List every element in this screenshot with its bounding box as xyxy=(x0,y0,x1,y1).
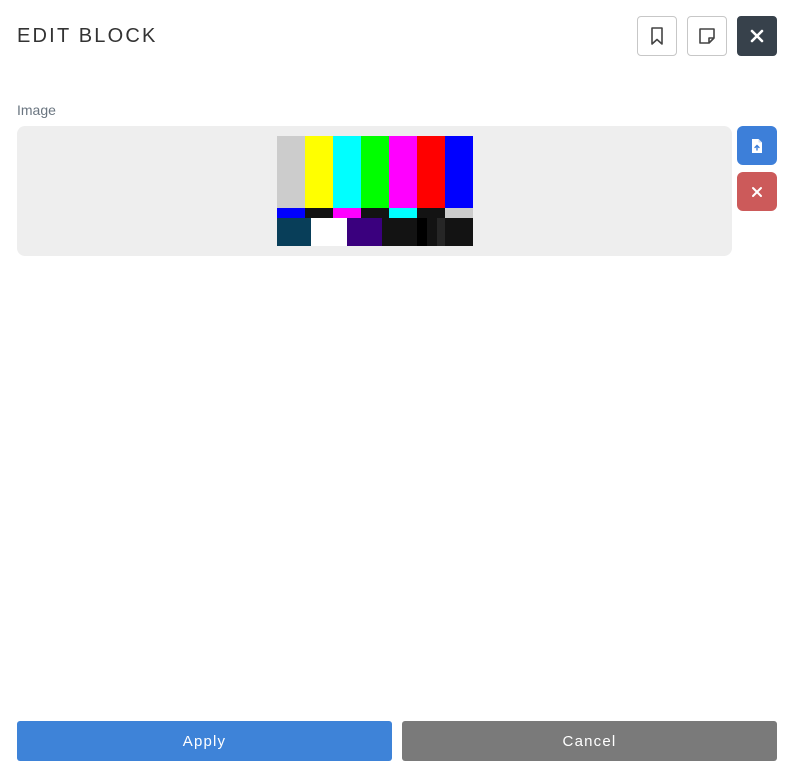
apply-button[interactable]: Apply xyxy=(17,721,392,761)
remove-image-button[interactable] xyxy=(737,172,777,211)
color-bars-image xyxy=(277,136,473,246)
close-icon xyxy=(750,29,764,43)
image-preview[interactable] xyxy=(17,126,732,256)
bookmark-button[interactable] xyxy=(637,16,677,56)
image-field-label: Image xyxy=(17,102,56,118)
cancel-button[interactable]: Cancel xyxy=(402,721,777,761)
upload-image-button[interactable] xyxy=(737,126,777,165)
page-title: EDIT BLOCK xyxy=(17,25,158,47)
sticky-note-icon xyxy=(699,28,715,44)
note-button[interactable] xyxy=(687,16,727,56)
close-button[interactable] xyxy=(737,16,777,56)
remove-icon xyxy=(752,186,762,197)
file-upload-icon xyxy=(752,138,762,153)
bookmark-icon xyxy=(651,27,663,45)
